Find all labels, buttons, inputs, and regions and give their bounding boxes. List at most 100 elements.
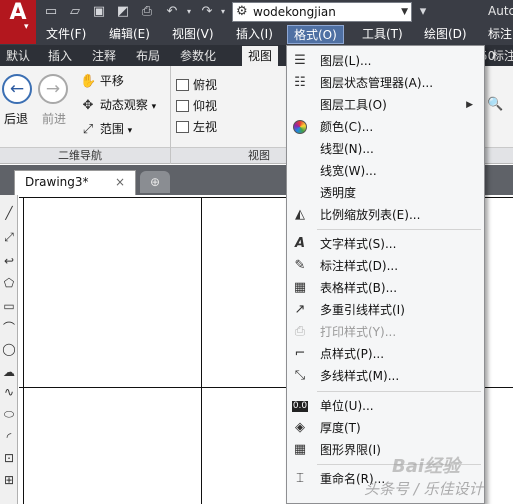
hand-icon: ✋ — [80, 74, 97, 89]
line-tool-icon[interactable]: ╱ — [1, 203, 17, 223]
drawing-line-left — [23, 197, 24, 504]
menu-item-layer[interactable]: ☰ 图层(L)... — [289, 50, 483, 72]
back-label[interactable]: 后退 — [4, 110, 28, 127]
submenu-arrow-icon: ▶ — [466, 100, 473, 110]
tab-view[interactable]: 视图 — [242, 46, 279, 66]
plot-style-icon: ⎙ — [294, 324, 306, 339]
menu-item-units[interactable]: 0.0 单位(U)... — [289, 395, 483, 417]
menu-item-text-style[interactable]: A 文字样式(S)... — [289, 233, 483, 255]
menu-draw[interactable]: 绘图(D) — [418, 25, 473, 44]
menu-item-linetype[interactable]: 线型(N)... — [289, 138, 483, 160]
file-tab-name: Drawing3* — [25, 175, 89, 189]
undo-dropdown-icon[interactable]: ▾ — [180, 3, 198, 21]
open-folder-icon[interactable]: ▱ — [66, 3, 84, 21]
tab-dimension-partial[interactable]: 标注 — [486, 46, 513, 66]
forward-arrow-icon[interactable]: → — [38, 74, 68, 104]
menu-item-label: 多线样式(M)... — [320, 369, 400, 383]
menu-edit[interactable]: 编辑(E) — [103, 25, 156, 44]
redo-dropdown-icon[interactable]: ▾ — [214, 3, 232, 21]
watermark-baidu: Bai经验 — [392, 456, 461, 477]
menu-format[interactable]: 格式(O) — [287, 25, 344, 44]
view-bottom-button[interactable]: 仰视 — [176, 97, 217, 115]
units-icon: 0.0 — [292, 401, 308, 412]
text-style-icon: A — [294, 236, 306, 251]
layer-icon: ☰ — [294, 53, 306, 68]
tab-annotate[interactable]: 注释 — [86, 46, 122, 66]
menu-item-dimension-style[interactable]: ✎ 标注样式(D)... — [289, 255, 483, 277]
menu-item-label: 表格样式(B)... — [320, 281, 398, 295]
extents-button[interactable]: ⤢ 范围 ▾ — [80, 120, 132, 138]
menu-item-label: 点样式(P)... — [320, 347, 385, 361]
dimension-style-icon: ✎ — [294, 258, 306, 273]
menu-separator — [317, 391, 481, 392]
menu-item-label: 颜色(C)... — [320, 120, 374, 134]
menu-item-table-style[interactable]: ▦ 表格样式(B)... — [289, 277, 483, 299]
new-file-icon[interactable]: ▭ — [42, 3, 60, 21]
view-top-button[interactable]: 俯视 — [176, 76, 217, 94]
menu-item-label: 厚度(T) — [320, 421, 361, 435]
gear-icon: ⚙ — [236, 4, 248, 19]
menu-item-transparency[interactable]: 透明度 — [289, 182, 483, 204]
drawing-line-center — [201, 197, 202, 504]
pan-button[interactable]: ✋ 平移 — [80, 72, 124, 90]
menu-item-color[interactable]: 颜色(C)... — [289, 116, 483, 138]
spline-tool-icon[interactable]: ∿ — [1, 382, 17, 402]
thickness-icon: ◈ — [295, 420, 305, 435]
menu-tools[interactable]: 工具(T) — [356, 25, 409, 44]
app-menu-arrow-icon: ▾ — [24, 22, 29, 32]
menu-view[interactable]: 视图(V) — [166, 25, 220, 44]
close-icon[interactable]: × — [115, 171, 125, 194]
insert-block-icon[interactable]: ⊡ — [1, 448, 17, 468]
menu-insert[interactable]: 插入(I) — [230, 25, 279, 44]
menu-dimension[interactable]: 标注 — [482, 25, 513, 44]
file-tab-drawing3[interactable]: Drawing3* × — [14, 170, 136, 195]
toolbar-dropdown-icon[interactable]: ▾ — [414, 3, 432, 21]
menu-item-thickness[interactable]: ◈ 厚度(T) — [289, 417, 483, 439]
menu-item-scale-list[interactable]: ◭ 比例缩放列表(E)... — [289, 204, 483, 226]
magnifier-icon[interactable]: 🔍 — [487, 97, 503, 112]
tab-home[interactable]: 默认 — [0, 46, 36, 66]
menu-item-label: 图层工具(O) — [320, 98, 387, 112]
arc-tool-icon[interactable]: ⌒ — [1, 318, 17, 338]
menu-item-multileader-style[interactable]: ↗ 多重引线样式(I) — [289, 299, 483, 321]
menu-item-point-style[interactable]: ⌐ 点样式(P)... — [289, 343, 483, 365]
new-tab-icon[interactable]: ⊕ — [140, 171, 170, 193]
ellipse-arc-tool-icon[interactable]: ◜ — [1, 427, 17, 447]
print-icon[interactable]: ⎙ — [138, 3, 156, 21]
orbit-button[interactable]: ✥ 动态观察 ▾ — [80, 96, 157, 114]
menu-item-multiline-style[interactable]: ⤡ 多线样式(M)... — [289, 365, 483, 387]
orbit-label: 动态观察 — [99, 98, 148, 112]
save-icon[interactable]: ▣ — [90, 3, 108, 21]
menu-item-lineweight[interactable]: 线宽(W)... — [289, 160, 483, 182]
polygon-tool-icon[interactable]: ⬠ — [1, 273, 17, 293]
view-left-button[interactable]: 左视 — [176, 118, 217, 136]
polyline-tool-icon[interactable]: ↩ — [1, 251, 17, 271]
view-left-label: 左视 — [193, 120, 218, 134]
back-arrow-icon[interactable]: ← — [2, 74, 32, 104]
menu-item-layer-state-manager[interactable]: ☷ 图层状态管理器(A)... — [289, 72, 483, 94]
tab-parametric[interactable]: 参数化 — [174, 46, 222, 66]
ellipse-tool-icon[interactable]: ⬭ — [1, 404, 17, 424]
menu-item-layer-tools[interactable]: 图层工具(O) ▶ — [289, 94, 483, 116]
save-as-icon[interactable]: ◩ — [114, 3, 132, 21]
revcloud-tool-icon[interactable]: ☁ — [1, 362, 17, 382]
menu-item-label: 图层(L)... — [320, 54, 372, 68]
tab-layout[interactable]: 布局 — [130, 46, 166, 66]
view-bottom-label: 仰视 — [193, 99, 218, 113]
forward-label[interactable]: 前进 — [42, 110, 66, 127]
chevron-down-icon: ▾ — [151, 102, 157, 112]
tab-insert[interactable]: 插入 — [42, 46, 78, 66]
workspace-switcher[interactable]: ⚙ wodekongjian ▼ — [232, 2, 412, 22]
panel-title-2d-nav: 二维导航 — [58, 149, 102, 162]
undo-icon[interactable]: ↶ — [163, 3, 181, 21]
menu-item-label: 文字样式(S)... — [320, 237, 397, 251]
panel-title-views: 视图 — [248, 149, 270, 162]
app-logo-button[interactable]: A ▾ — [0, 0, 36, 44]
circle-tool-icon[interactable]: ◯ — [1, 339, 17, 359]
rectangle-tool-icon[interactable]: ▭ — [1, 296, 17, 316]
construction-line-icon[interactable]: ⤢ — [1, 227, 17, 247]
menu-file[interactable]: 文件(F) — [40, 25, 92, 44]
zoom-extents-icon: ⤢ — [82, 122, 94, 137]
pan-label: 平移 — [99, 74, 124, 88]
make-block-icon[interactable]: ⊞ — [1, 470, 17, 490]
